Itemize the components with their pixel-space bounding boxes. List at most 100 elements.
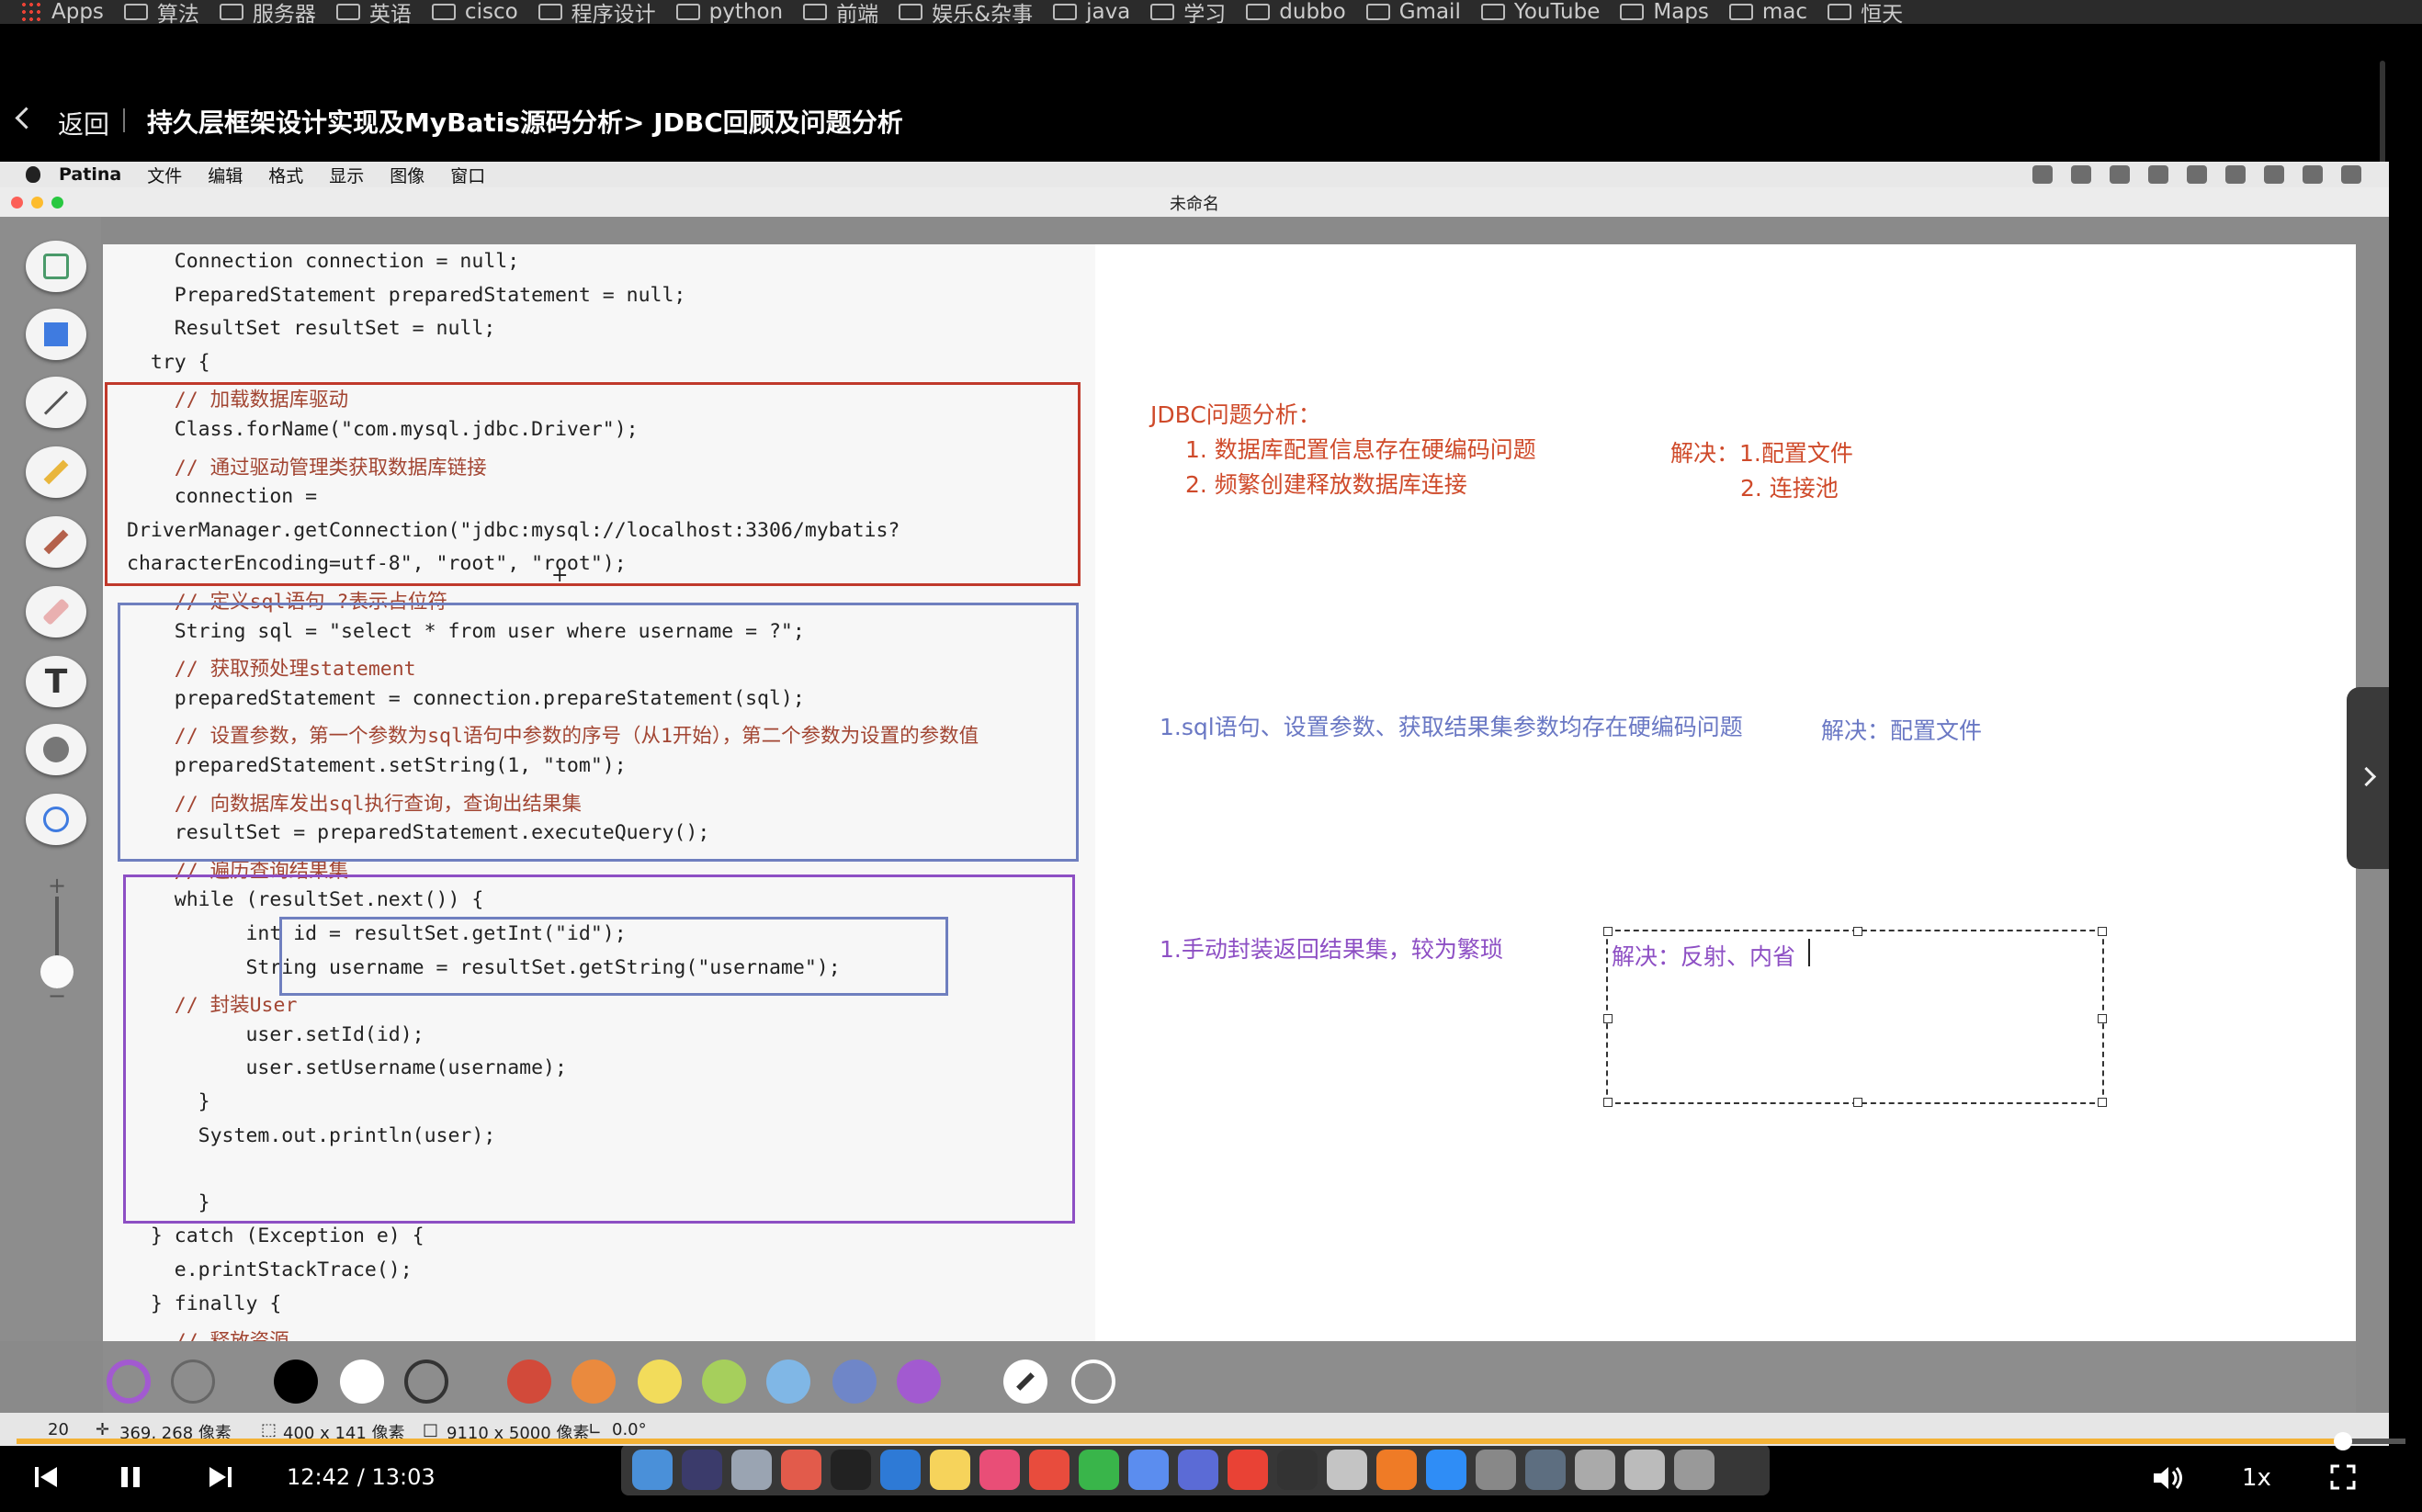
fullscreen-icon[interactable] (2330, 1464, 2356, 1490)
resize-handle[interactable] (1853, 1098, 1862, 1107)
jdbc-solution-1[interactable]: 解决：1.配置文件 (1670, 435, 1853, 468)
bookmark-item[interactable]: 前端 (803, 0, 878, 24)
jdbc-problem-title[interactable]: JDBC问题分析： (1150, 397, 1321, 430)
bookmark-item[interactable]: Apps (20, 0, 104, 24)
text-tool[interactable]: T (26, 656, 86, 707)
dock-app-icon[interactable] (831, 1450, 871, 1490)
brush-tool[interactable] (26, 516, 86, 568)
bookmark-item[interactable]: YouTube (1480, 0, 1600, 24)
dock-app-icon[interactable] (731, 1450, 772, 1490)
red-highlight-box[interactable] (105, 382, 1081, 586)
dock-app-icon[interactable] (1525, 1450, 1566, 1490)
bookmark-item[interactable]: java (1053, 0, 1130, 24)
bookmark-item[interactable]: dubbo (1246, 0, 1346, 24)
result-solution-note[interactable]: 解决：反射、内省 (1612, 939, 1795, 972)
dock-app-icon[interactable] (1079, 1450, 1119, 1490)
dock-app-icon[interactable] (979, 1450, 1020, 1490)
color-swatch[interactable] (702, 1360, 746, 1404)
resize-handle[interactable] (1853, 927, 1862, 936)
dock-app-icon[interactable] (1476, 1450, 1516, 1490)
rectangle-tool[interactable] (26, 309, 86, 360)
pencil-tool[interactable] (26, 446, 86, 498)
dock-app-icon[interactable] (1624, 1450, 1665, 1490)
sql-problem-note[interactable]: 1.sql语句、设置参数、获取结果集参数均存在硬编码问题 (1160, 709, 1743, 742)
expand-panel-button[interactable] (2347, 687, 2389, 869)
playback-speed[interactable]: 1x (2242, 1464, 2271, 1492)
tray-app-icon[interactable] (2032, 165, 2053, 184)
zoom-tool[interactable] (26, 794, 86, 845)
menu-view[interactable]: 显示 (329, 163, 364, 187)
back-button[interactable]: 返回 (58, 105, 109, 141)
resize-handle[interactable] (2098, 1098, 2107, 1107)
dock-app-icon[interactable] (1029, 1450, 1070, 1490)
dock-app-icon[interactable] (781, 1450, 821, 1490)
bookmark-item[interactable]: mac (1728, 0, 1807, 24)
chevron-left-icon[interactable] (15, 107, 38, 130)
previous-icon[interactable] (33, 1464, 59, 1490)
dock-app-icon[interactable] (632, 1450, 673, 1490)
zoom-in-icon[interactable]: + (48, 873, 66, 898)
menu-edit[interactable]: 编辑 (208, 163, 243, 187)
bookmark-item[interactable]: python (675, 0, 783, 24)
dock-app-icon[interactable] (682, 1450, 722, 1490)
bookmark-item[interactable]: 学习 (1150, 0, 1226, 24)
inner-highlight-box[interactable] (279, 917, 948, 996)
color-swatch[interactable] (274, 1360, 318, 1404)
dock-app-icon[interactable] (1674, 1450, 1715, 1490)
color-swatch[interactable] (766, 1360, 810, 1404)
dock-app-icon[interactable] (1575, 1450, 1615, 1490)
color-swatch[interactable] (897, 1360, 941, 1404)
dock-app-icon[interactable] (1128, 1450, 1169, 1490)
bookmark-item[interactable]: Maps (1620, 0, 1709, 24)
notification-icon[interactable] (2341, 165, 2361, 184)
menu-window[interactable]: 窗口 (450, 163, 485, 187)
tray-grid-icon[interactable] (2071, 165, 2091, 184)
fill-tool[interactable] (26, 724, 86, 775)
menu-app-name[interactable]: Patina (59, 164, 121, 185)
bookmark-item[interactable]: Gmail (1365, 0, 1461, 24)
menu-format[interactable]: 格式 (268, 163, 303, 187)
resize-handle[interactable] (1603, 1014, 1613, 1023)
color-swatch[interactable] (572, 1360, 616, 1404)
next-icon[interactable] (208, 1464, 233, 1490)
dock-app-icon[interactable] (930, 1450, 970, 1490)
line-tool[interactable] (26, 377, 86, 428)
resize-handle[interactable] (1603, 927, 1613, 936)
sql-solution-note[interactable]: 解决：配置文件 (1821, 713, 1982, 746)
dock-app-icon[interactable] (1178, 1450, 1218, 1490)
dock-app-icon[interactable] (1228, 1450, 1268, 1490)
jdbc-solution-2[interactable]: 2. 连接池 (1740, 470, 1839, 503)
bookmark-item[interactable]: 恒天 (1828, 0, 1903, 24)
jdbc-problem-item-1[interactable]: 1. 数据库配置信息存在硬编码问题 (1185, 432, 1536, 465)
bookmark-item[interactable]: 娱乐&杂事 (899, 0, 1033, 24)
custom-color-button[interactable] (1071, 1360, 1115, 1404)
color-swatch[interactable] (507, 1360, 551, 1404)
result-problem-note[interactable]: 1.手动封装返回结果集，较为繁琐 (1160, 931, 1503, 965)
fill-color-selector[interactable] (171, 1360, 215, 1404)
color-swatch[interactable] (638, 1360, 682, 1404)
menu-file[interactable]: 文件 (147, 163, 182, 187)
resize-handle[interactable] (1603, 1098, 1613, 1107)
color-swatch[interactable] (404, 1360, 448, 1404)
apple-icon[interactable] (26, 166, 40, 183)
spotlight-icon[interactable] (2264, 165, 2284, 184)
resize-handle[interactable] (2098, 1014, 2107, 1023)
bookmark-item[interactable]: 英语 (335, 0, 412, 24)
bookmark-item[interactable]: 程序设计 (538, 0, 656, 24)
bookmark-item[interactable]: 服务器 (219, 0, 316, 24)
zoom-out-icon[interactable]: − (48, 983, 66, 1009)
dock-app-icon[interactable] (1376, 1450, 1417, 1490)
dock-app-icon[interactable] (1426, 1450, 1466, 1490)
color-swatch[interactable] (832, 1360, 877, 1404)
eyedropper-button[interactable] (1003, 1360, 1047, 1404)
volume-icon[interactable] (2152, 1464, 2185, 1492)
blue-highlight-box[interactable] (118, 603, 1079, 862)
dock-app-icon[interactable] (1277, 1450, 1318, 1490)
dock-app-icon[interactable] (880, 1450, 921, 1490)
resize-handle[interactable] (2098, 927, 2107, 936)
pause-icon[interactable] (118, 1464, 143, 1490)
siri-icon[interactable] (2303, 165, 2323, 184)
airplay-icon[interactable] (2148, 165, 2168, 184)
battery-icon[interactable] (2187, 165, 2207, 184)
select-tool[interactable] (26, 241, 86, 292)
